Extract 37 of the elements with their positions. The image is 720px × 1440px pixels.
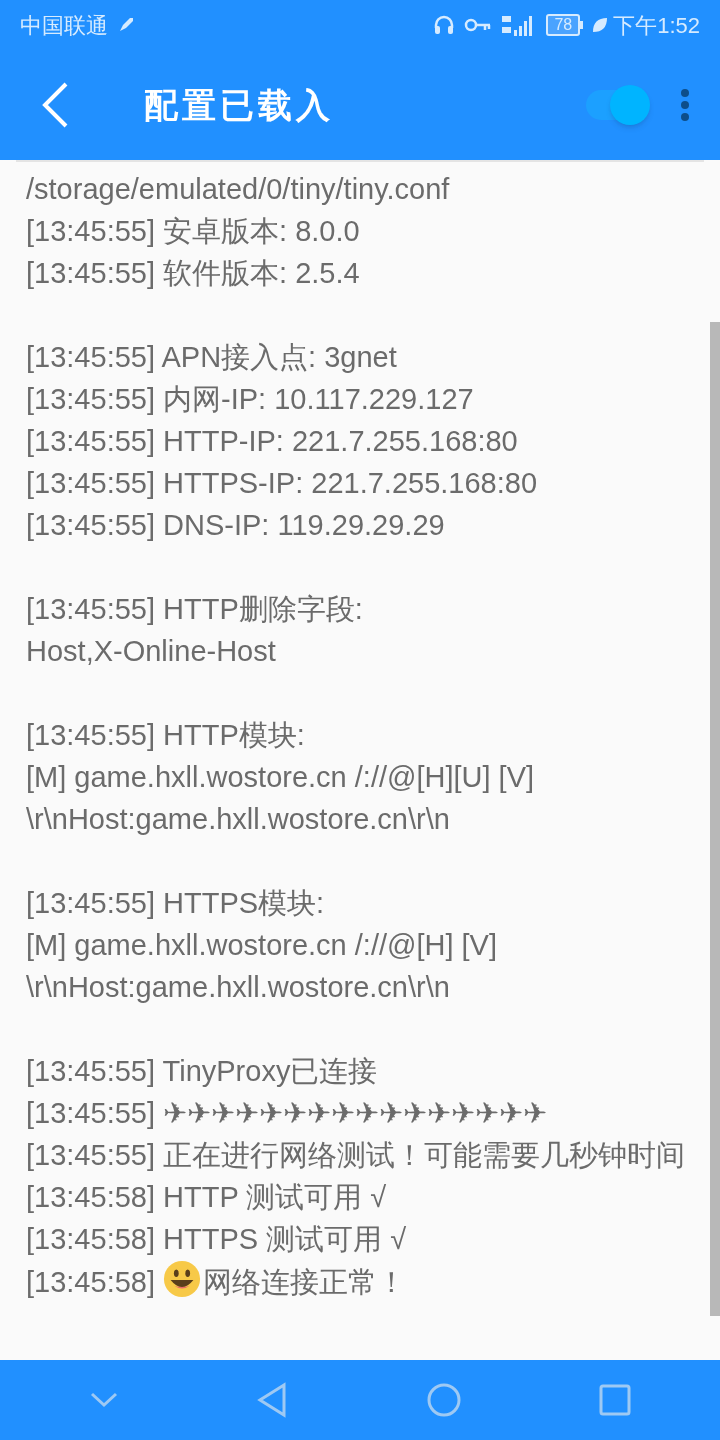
log-line: [13:45:55] 正在进行网络测试！可能需要几秒钟时间: [26, 1138, 687, 1173]
log-line: [13:45:58] HTTP 测试可用 √: [26, 1180, 388, 1215]
home-button[interactable]: [425, 1382, 462, 1418]
more-icon: [680, 88, 690, 122]
log-line: [13:45:55] APN接入点: 3gnet: [26, 340, 398, 375]
log-line: [13:45:55] 软件版本: 2.5.4: [26, 256, 361, 291]
recents-square-icon: [599, 1384, 632, 1416]
log-line: [13:45:55] DNS-IP: 119.29.29.29: [26, 508, 446, 543]
log-line: [M] game.hxll.wostore.cn /://@[H][U] [V]: [26, 760, 536, 795]
log-line: [13:45:55] 安卓版本: 8.0.0: [26, 214, 361, 249]
log-line: [13:45:55] HTTP-IP: 221.7.255.168:80: [26, 424, 519, 459]
log-line: [13:45:55] HTTPS模块:: [26, 886, 326, 921]
leaf-icon: [591, 16, 610, 34]
log-line: [13:45:58] HTTPS 测试可用 √: [26, 1222, 408, 1257]
log-line: [13:45:55] 内网-IP: 10.117.229.127: [26, 382, 475, 417]
log-line: [13:45:55] TinyProxy已连接: [26, 1054, 379, 1089]
log-line: [M] game.hxll.wostore.cn /://@[H] [V]: [26, 928, 499, 963]
log-line: [13:45:55] HTTP模块:: [26, 718, 306, 753]
log-line: [13:45:55] HTTP删除字段:: [26, 592, 364, 627]
log-line: \r\nHost:game.hxll.wostore.cn\r\n: [26, 970, 451, 1005]
recents-button[interactable]: [599, 1384, 632, 1416]
back-nav-button[interactable]: [256, 1382, 289, 1418]
log-line: Host,X-Online-Host: [26, 634, 277, 669]
carrier-name: 中国联通: [20, 11, 108, 40]
log-line: [13:45:55] ✈✈✈✈✈✈✈✈✈✈✈✈✈✈✈✈: [26, 1096, 549, 1131]
back-icon: [40, 81, 70, 129]
collapse-button[interactable]: [88, 1391, 119, 1409]
page-title: 配置已载入: [144, 83, 334, 127]
chevron-down-icon: [88, 1391, 119, 1409]
log-line: [13:45:55] HTTPS-IP: 221.7.255.168:80: [26, 466, 539, 501]
battery-level: 78: [546, 14, 581, 36]
clock: 下午1:52: [613, 11, 700, 40]
log-line: \r\nHost:game.hxll.wostore.cn\r\n: [26, 802, 451, 837]
log-line: [13:45:58] 网络连接正常！: [26, 1260, 694, 1303]
log-line: /storage/emulated/0/tiny/tiny.conf: [26, 172, 451, 207]
back-triangle-icon: [256, 1382, 289, 1418]
home-circle-icon: [425, 1382, 462, 1418]
